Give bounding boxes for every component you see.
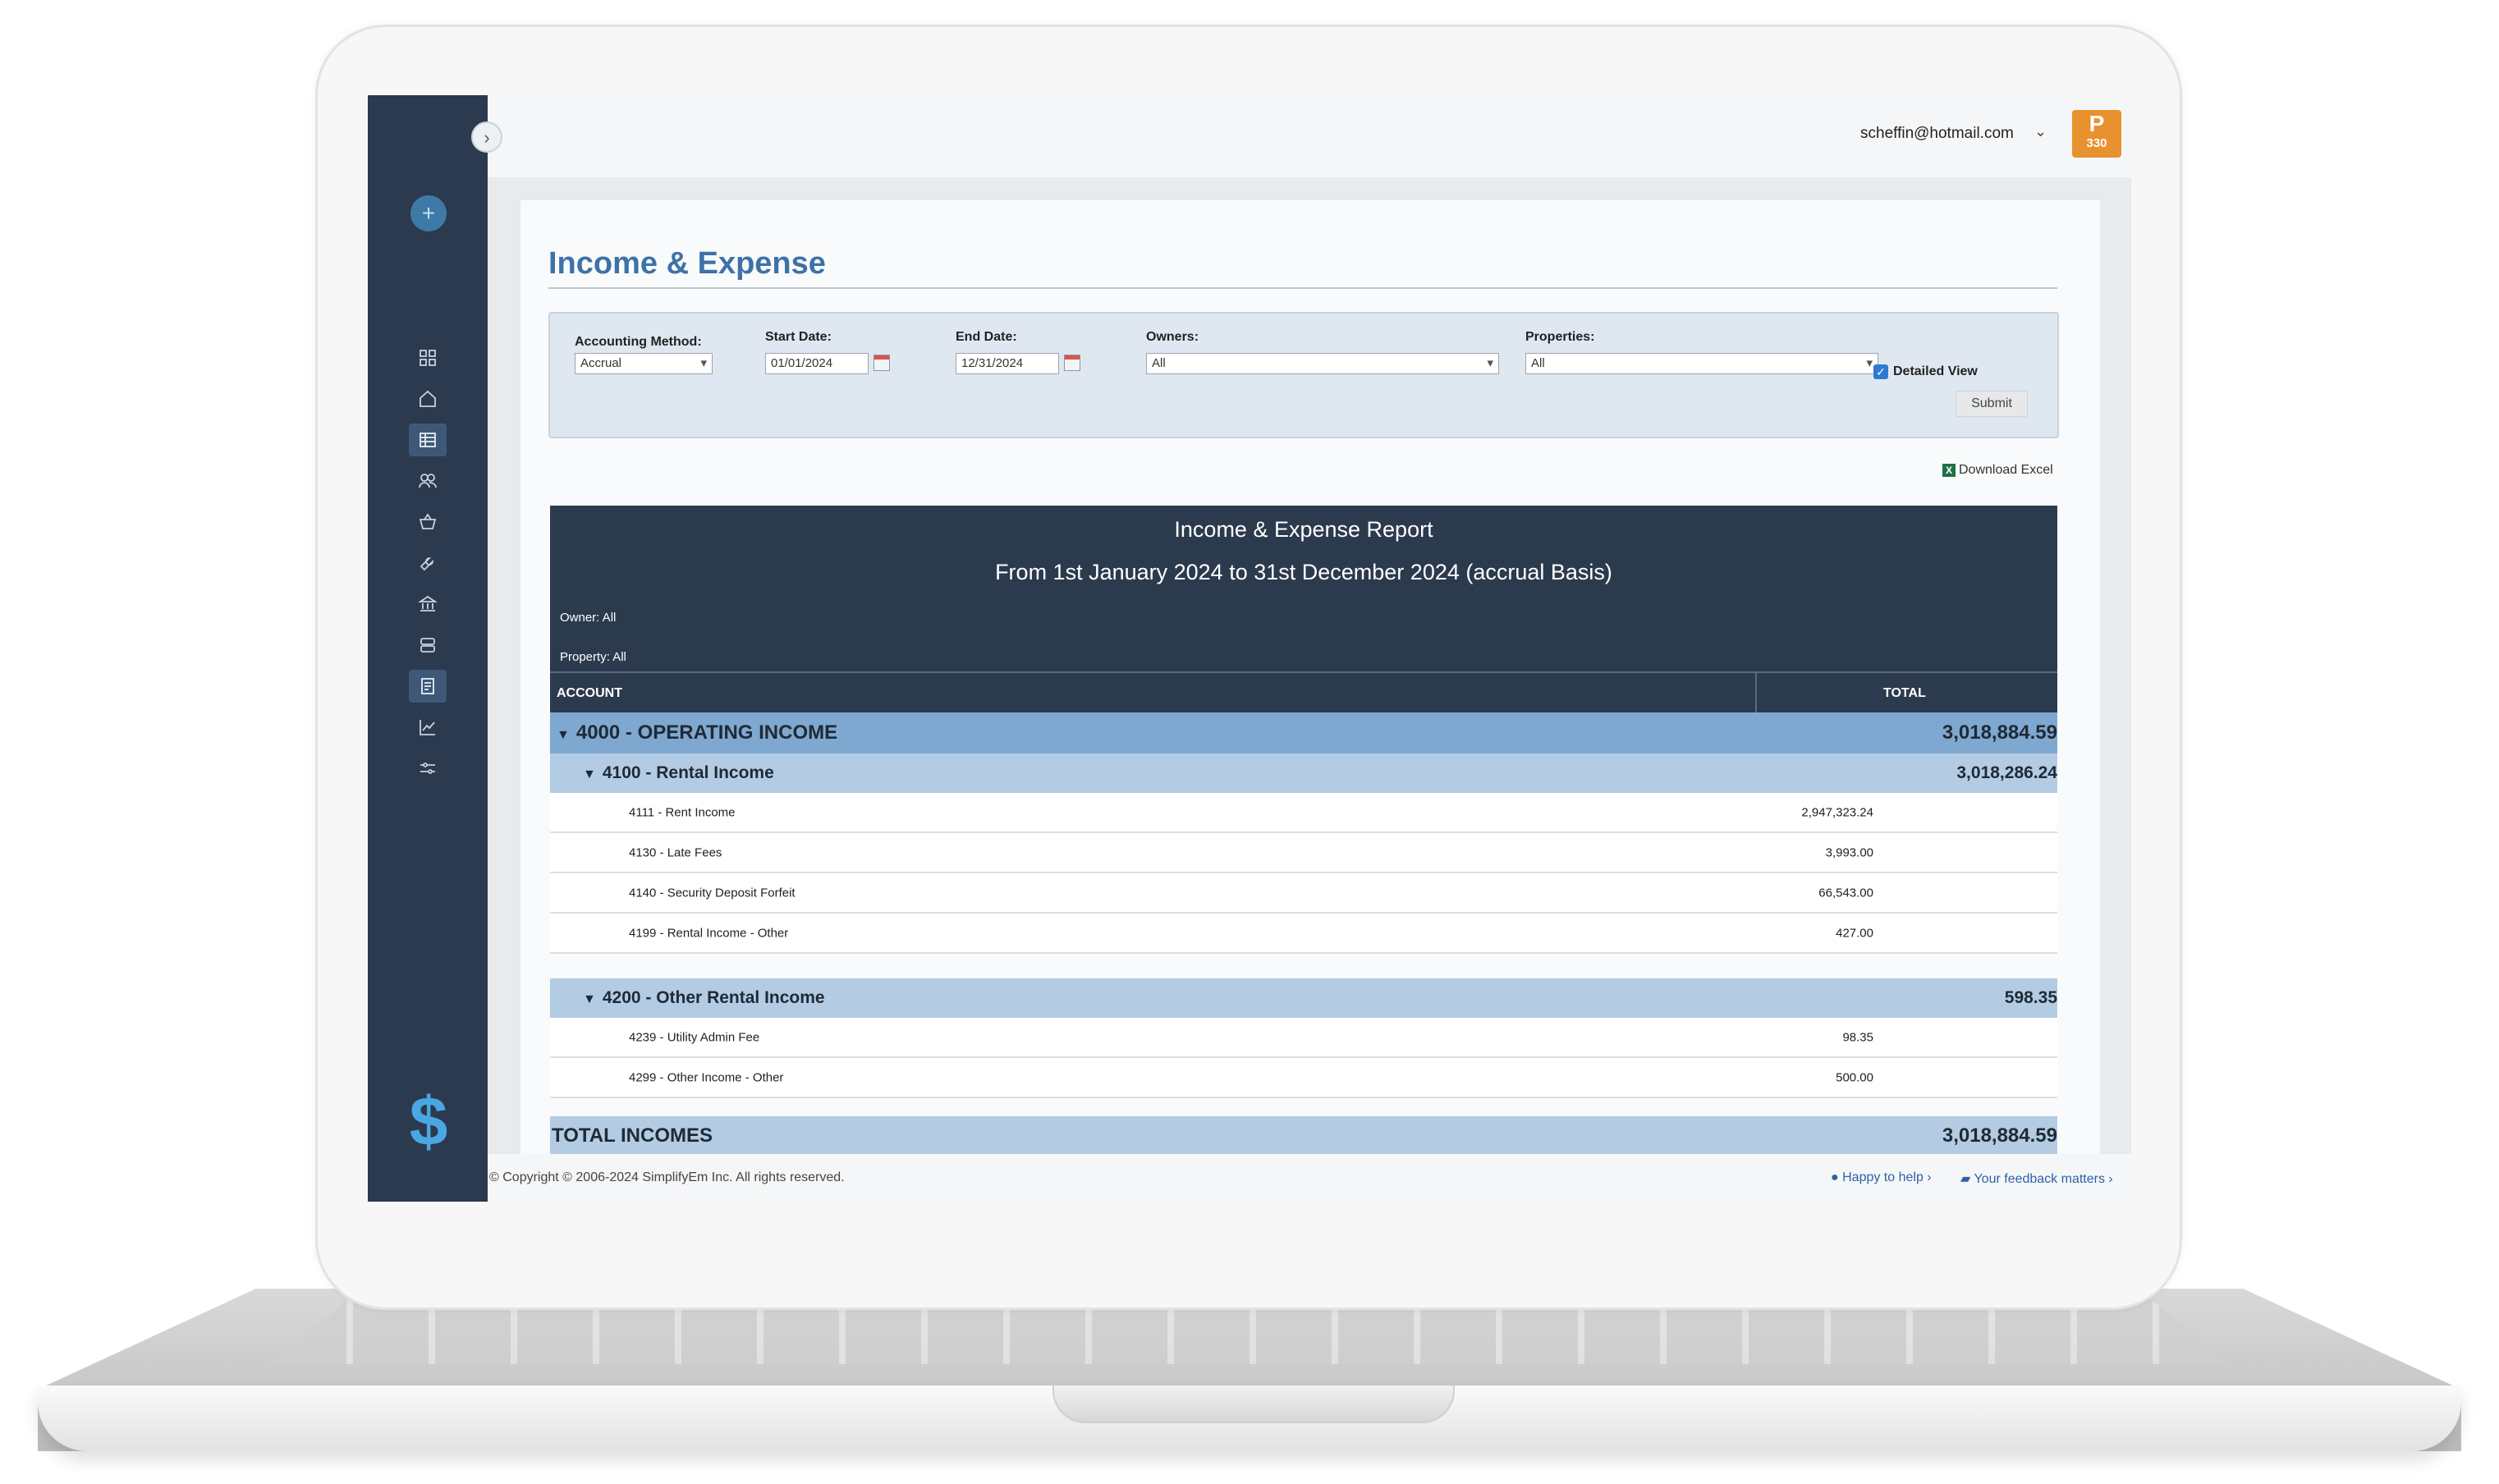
download-excel-link[interactable]: X Download Excel [1942, 463, 2053, 478]
account-amount: 427.00 [1836, 926, 1873, 940]
account-name: 4299 - Other Income - Other [629, 1070, 784, 1084]
total-incomes-label: TOTAL INCOMES [552, 1124, 713, 1147]
filter-panel: Accounting Method: Accrual Start Date: 0… [548, 312, 2059, 438]
end-date-input[interactable]: 12/31/2024 [956, 353, 1059, 374]
page-title: Income & Expense [548, 246, 826, 281]
plan-badge[interactable]: P 330 [2072, 110, 2121, 158]
report-header: Income & Expense Report From 1st January… [550, 506, 2057, 671]
basket-icon[interactable] [409, 506, 447, 538]
help-link[interactable]: ● Happy to help › [1831, 1170, 1932, 1185]
copyright-text: © Copyright © 2006-2024 SimplifyEm Inc. … [489, 1170, 845, 1184]
total-incomes-amount: 3,018,884.59 [1942, 1124, 2057, 1147]
subgroup-total: 598.35 [2004, 988, 2057, 1007]
end-date-value: 12/31/2024 [961, 356, 1024, 370]
report-property: Property: All [560, 650, 626, 664]
laptop-notch [1052, 1386, 1455, 1423]
table-row[interactable]: 4130 - Late Fees 3,993.00 [550, 833, 2057, 873]
account-name: 4130 - Late Fees [629, 845, 722, 859]
caret-down-icon[interactable]: ▼ [583, 767, 596, 781]
subgroup-total: 3,018,286.24 [1956, 763, 2057, 782]
group-name: 4000 - OPERATING INCOME [575, 721, 838, 744]
user-email[interactable]: scheffin@hotmail.com [1860, 125, 2014, 143]
start-date-input[interactable]: 01/01/2024 [765, 353, 869, 374]
plan-badge-number: 330 [2086, 136, 2107, 150]
properties-value: All [1531, 356, 1545, 370]
sidebar: + $ [368, 95, 488, 1202]
title-divider [548, 287, 2057, 289]
sidebar-collapse-button[interactable]: › [471, 121, 502, 153]
accounting-method-label: Accounting Method: [575, 335, 702, 349]
database-icon[interactable] [409, 629, 447, 662]
account-amount: 500.00 [1836, 1070, 1873, 1084]
end-date-label: End Date: [956, 330, 1017, 344]
app-screen: + $ › scheffin@hotmail.com ⌄ P 330 Incom… [368, 95, 2131, 1202]
subgroup-name: 4200 - Other Rental Income [602, 988, 825, 1007]
app-logo: $ [409, 1083, 448, 1160]
report-range: From 1st January 2024 to 31st December 2… [995, 560, 1612, 584]
start-date-value: 01/01/2024 [771, 356, 833, 370]
owners-value: All [1152, 356, 1166, 370]
table-row[interactable]: 4239 - Utility Admin Fee 98.35 [550, 1018, 2057, 1058]
subgroup-row[interactable]: ▼ 4100 - Rental Income 3,018,286.24 [550, 753, 2057, 793]
bank-icon[interactable] [409, 588, 447, 621]
account-amount: 98.35 [1842, 1030, 1873, 1044]
home-icon[interactable] [409, 382, 447, 415]
table-row[interactable]: 4140 - Security Deposit Forfeit 66,543.0… [550, 873, 2057, 914]
footer: © Copyright © 2006-2024 SimplifyEm Inc. … [488, 1154, 2131, 1202]
feedback-link[interactable]: ▰ Your feedback matters › [1960, 1170, 2113, 1187]
calendar-icon[interactable] [874, 355, 890, 371]
report-owner: Owner: All [560, 611, 617, 625]
detailed-view-label: Detailed View [1893, 364, 1978, 378]
feedback-link-label: Your feedback matters [1974, 1172, 2105, 1186]
table-row[interactable]: 4299 - Other Income - Other 500.00 [550, 1058, 2057, 1098]
calendar-icon[interactable] [1064, 355, 1080, 371]
group-total: 3,018,884.59 [1942, 721, 2057, 744]
table-icon[interactable] [409, 424, 447, 456]
account-amount: 66,543.00 [1818, 886, 1873, 900]
excel-icon: X [1942, 464, 1956, 477]
group-row[interactable]: ▼ 4000 - OPERATING INCOME 3,018,884.59 [550, 712, 2057, 753]
chevron-down-icon[interactable]: ⌄ [2034, 123, 2047, 140]
properties-select[interactable]: All [1525, 353, 1878, 374]
table-row[interactable]: 4199 - Rental Income - Other 427.00 [550, 914, 2057, 954]
properties-label: Properties: [1525, 330, 1595, 344]
column-divider [1755, 673, 1757, 714]
total-incomes-row: TOTAL INCOMES 3,018,884.59 [550, 1116, 2057, 1156]
sliders-icon[interactable] [409, 752, 447, 785]
account-amount: 3,993.00 [1825, 845, 1873, 859]
plan-badge-letter: P [2089, 111, 2105, 136]
add-icon[interactable]: + [410, 195, 447, 231]
accounting-method-select[interactable]: Accrual [575, 353, 713, 374]
submit-button[interactable]: Submit [1956, 391, 2028, 417]
accounting-method-value: Accrual [580, 356, 622, 370]
caret-down-icon[interactable]: ▼ [583, 992, 596, 1006]
account-name: 4239 - Utility Admin Fee [629, 1030, 760, 1044]
download-excel-label: Download Excel [1959, 463, 2053, 477]
column-account: ACCOUNT [557, 686, 622, 700]
subgroup-row[interactable]: ▼ 4200 - Other Rental Income 598.35 [550, 978, 2057, 1018]
start-date-label: Start Date: [765, 330, 832, 344]
column-total: TOTAL [1883, 686, 1926, 700]
document-icon[interactable] [409, 670, 447, 703]
report-column-header: ACCOUNT TOTAL [550, 671, 2057, 714]
group-spacer [550, 954, 2057, 978]
dashboard-icon[interactable] [409, 341, 447, 374]
account-amount: 2,947,323.24 [1801, 805, 1873, 819]
help-link-label: Happy to help [1842, 1170, 1924, 1184]
owners-label: Owners: [1146, 330, 1199, 344]
caret-down-icon[interactable]: ▼ [557, 728, 570, 742]
subgroup-name: 4100 - Rental Income [602, 763, 774, 782]
report-title: Income & Expense Report [1174, 517, 1433, 542]
account-name: 4140 - Security Deposit Forfeit [629, 886, 796, 900]
wrench-icon[interactable] [409, 547, 447, 579]
account-name: 4111 - Rent Income [629, 805, 736, 819]
people-icon[interactable] [409, 465, 447, 497]
owners-select[interactable]: All [1146, 353, 1499, 374]
table-row[interactable]: 4111 - Rent Income 2,947,323.24 [550, 793, 2057, 833]
detailed-view-checkbox[interactable]: ✓ [1873, 364, 1888, 379]
chart-icon[interactable] [409, 711, 447, 744]
account-name: 4199 - Rental Income - Other [629, 926, 789, 940]
